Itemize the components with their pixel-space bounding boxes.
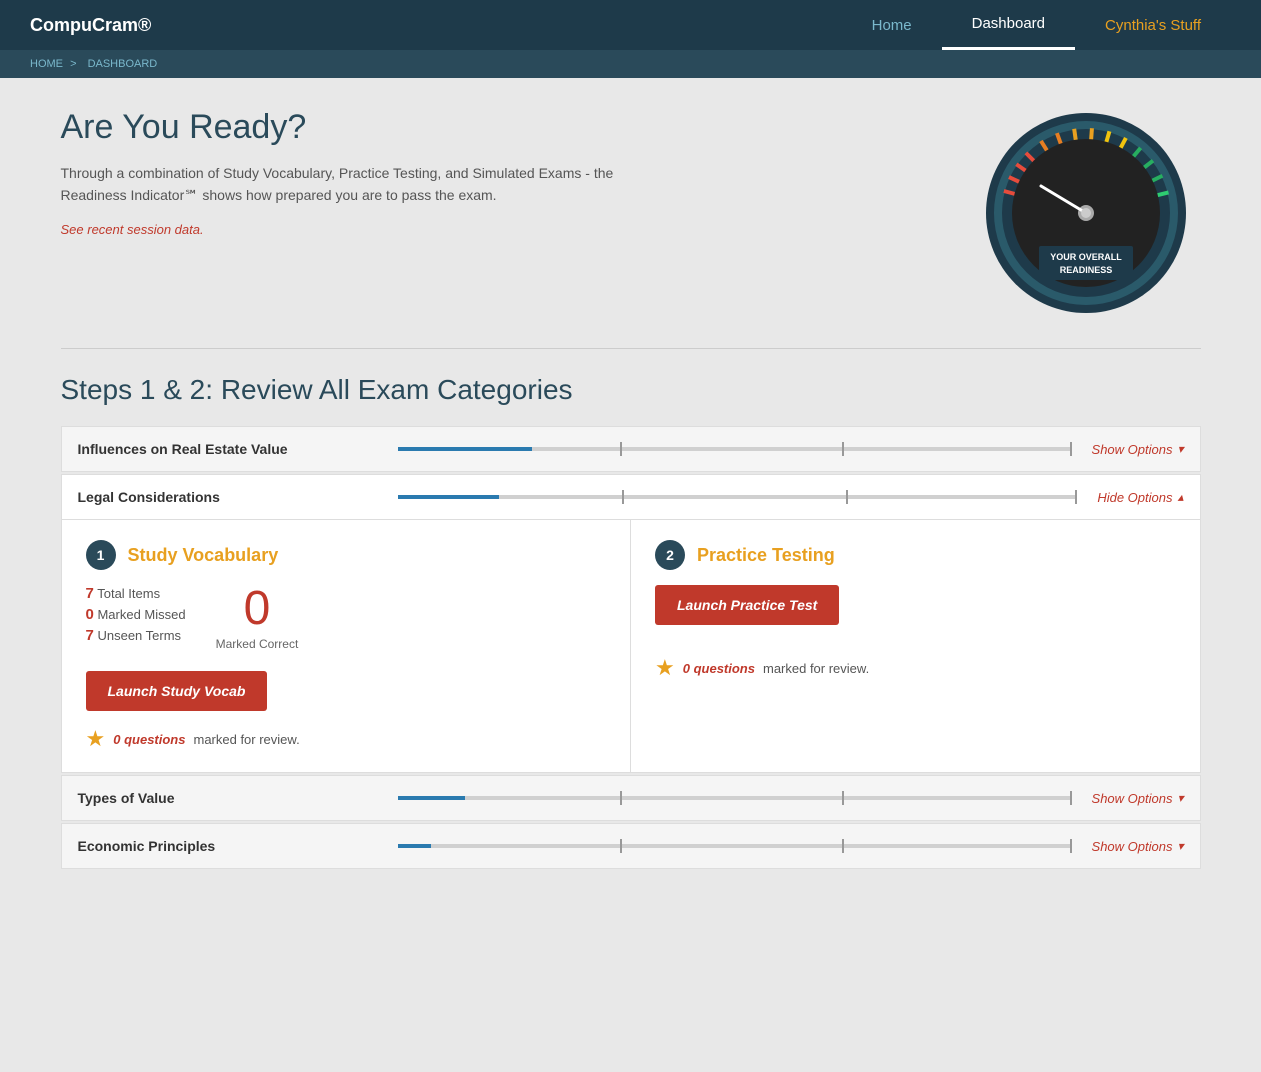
progress-track-economic — [398, 844, 1072, 848]
progress-fill-legal — [398, 495, 500, 499]
recent-session-link[interactable]: See recent session data. — [61, 222, 204, 237]
total-items-label: Total Items — [97, 586, 160, 601]
brand-logo: CompuCram® — [30, 15, 151, 36]
category-header-economic[interactable]: Economic Principles Show Options ▾ — [62, 824, 1200, 868]
category-row-legal: Legal Considerations Hide Options ▴ 1 — [61, 474, 1201, 773]
progress-track-legal — [398, 495, 1078, 499]
stats-row: 7 Total Items 0 Marked Missed 7 Unseen T… — [86, 585, 607, 651]
hero-description: Through a combination of Study Vocabular… — [61, 162, 621, 207]
chevron-down-icon: ▾ — [1177, 442, 1183, 456]
progress-legal — [378, 495, 1098, 499]
practice-review-count: 0 questions — [683, 661, 755, 676]
unseen-terms-label: Unseen Terms — [97, 628, 181, 643]
navigation: CompuCram® Home Dashboard Cynthia's Stuf… — [0, 0, 1261, 50]
launch-practice-test-button[interactable]: Launch Practice Test — [655, 585, 839, 625]
marked-correct-val: 0 — [216, 585, 299, 633]
unseen-terms-val: 7 — [86, 627, 94, 644]
chevron-down-icon-types: ▾ — [1177, 791, 1183, 805]
hide-options-legal[interactable]: Hide Options ▴ — [1097, 490, 1183, 505]
hero-divider — [61, 348, 1201, 349]
show-options-influences[interactable]: Show Options ▾ — [1092, 442, 1184, 457]
practice-testing-header: 2 Practice Testing — [655, 540, 1176, 570]
practice-testing-title: Practice Testing — [697, 545, 835, 566]
hero-text: Are You Ready? Through a combination of … — [61, 108, 971, 237]
unseen-terms-stat: 7 Unseen Terms — [86, 627, 186, 644]
expanded-legal: 1 Study Vocabulary 7 Total Items 0 Marke… — [62, 519, 1200, 772]
total-items-stat: 7 Total Items — [86, 585, 186, 602]
marked-missed-val: 0 — [86, 606, 94, 623]
progress-economic — [378, 844, 1092, 848]
practice-review-suffix: marked for review. — [763, 661, 869, 676]
category-header-types[interactable]: Types of Value Show Options ▾ — [62, 776, 1200, 820]
breadcrumb-home[interactable]: HOME — [30, 58, 63, 70]
vocab-review-suffix: marked for review. — [193, 732, 299, 747]
study-vocab-header: 1 Study Vocabulary — [86, 540, 607, 570]
category-title-economic: Economic Principles — [78, 838, 378, 854]
launch-study-vocab-button[interactable]: Launch Study Vocab — [86, 671, 268, 711]
progress-fill-influences — [398, 447, 533, 451]
category-header-legal[interactable]: Legal Considerations Hide Options ▴ — [62, 475, 1200, 519]
chevron-up-icon: ▴ — [1177, 490, 1183, 504]
marked-correct-display: 0 Marked Correct — [216, 585, 299, 651]
step-badge-2: 2 — [655, 540, 685, 570]
star-icon-practice: ★ — [655, 655, 675, 681]
category-row-economic: Economic Principles Show Options ▾ — [61, 823, 1201, 869]
progress-fill-economic — [398, 844, 432, 848]
svg-text:YOUR OVERALL: YOUR OVERALL — [1050, 252, 1122, 262]
gauge-dial: YOUR OVERALL READINESS — [981, 108, 1191, 318]
steps-heading: Steps 1 & 2: Review All Exam Categories — [61, 374, 1201, 406]
category-row-types: Types of Value Show Options ▾ — [61, 775, 1201, 821]
study-vocab-section: 1 Study Vocabulary 7 Total Items 0 Marke… — [62, 520, 632, 772]
total-items-val: 7 — [86, 585, 94, 602]
category-title-legal: Legal Considerations — [78, 489, 378, 505]
brand-bold: Cram® — [92, 15, 151, 35]
breadcrumb-separator: > — [70, 58, 76, 70]
marked-correct-label: Marked Correct — [216, 637, 299, 651]
breadcrumb: HOME > DASHBOARD — [0, 50, 1261, 78]
nav-dashboard[interactable]: Dashboard — [942, 0, 1075, 50]
gauge-svg: YOUR OVERALL READINESS — [981, 108, 1191, 318]
step-badge-1: 1 — [86, 540, 116, 570]
svg-text:READINESS: READINESS — [1059, 265, 1112, 275]
chevron-down-icon-economic: ▾ — [1177, 839, 1183, 853]
vocab-review-count: 0 questions — [113, 732, 185, 747]
hero-section: Are You Ready? Through a combination of … — [61, 108, 1201, 318]
progress-influences — [378, 447, 1092, 451]
practice-testing-section: 2 Practice Testing Launch Practice Test … — [631, 520, 1200, 772]
vocab-review-row: ★ 0 questions marked for review. — [86, 726, 607, 752]
progress-track-types — [398, 796, 1072, 800]
star-icon: ★ — [86, 726, 106, 752]
nav-home[interactable]: Home — [842, 0, 942, 50]
progress-track-influences — [398, 447, 1072, 451]
show-options-economic[interactable]: Show Options ▾ — [1092, 839, 1184, 854]
category-title-types: Types of Value — [78, 790, 378, 806]
nav-links: Home Dashboard Cynthia's Stuff — [842, 0, 1231, 50]
progress-fill-types — [398, 796, 465, 800]
category-row-influences: Influences on Real Estate Value Show Opt… — [61, 426, 1201, 472]
readiness-gauge: YOUR OVERALL READINESS — [971, 108, 1201, 318]
stat-list: 7 Total Items 0 Marked Missed 7 Unseen T… — [86, 585, 186, 648]
category-header-influences[interactable]: Influences on Real Estate Value Show Opt… — [62, 427, 1200, 471]
progress-types — [378, 796, 1092, 800]
show-options-types[interactable]: Show Options ▾ — [1092, 791, 1184, 806]
study-vocab-title: Study Vocabulary — [128, 545, 279, 566]
main-content: Are You Ready? Through a combination of … — [31, 78, 1231, 901]
brand-prefix: Compu — [30, 15, 92, 35]
marked-missed-label: Marked Missed — [97, 607, 185, 622]
nav-cynthia[interactable]: Cynthia's Stuff — [1075, 0, 1231, 50]
breadcrumb-current: DASHBOARD — [88, 58, 158, 70]
marked-missed-stat: 0 Marked Missed — [86, 606, 186, 623]
hero-title: Are You Ready? — [61, 108, 971, 147]
category-title-influences: Influences on Real Estate Value — [78, 441, 378, 457]
practice-review-row: ★ 0 questions marked for review. — [655, 655, 1176, 681]
